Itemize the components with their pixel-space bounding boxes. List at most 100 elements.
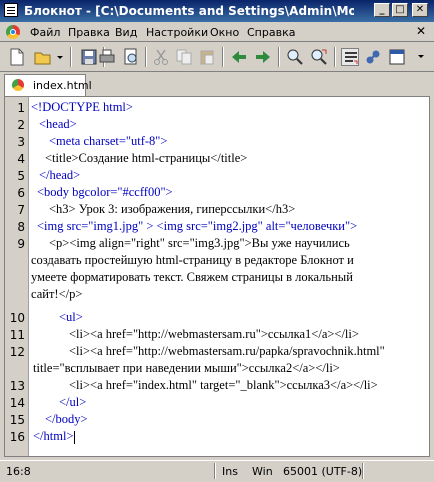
fullscreen-icon[interactable]: [388, 48, 406, 66]
settings-icon[interactable]: [364, 48, 382, 66]
status-separator: [362, 463, 364, 479]
toolbar-separator: [222, 47, 224, 67]
document-icon[interactable]: [6, 25, 20, 39]
document-icon: [12, 79, 24, 91]
line-number: 11: [9, 328, 25, 342]
code-line: <li><a href="http://webmastersam.ru">ссы…: [69, 326, 425, 343]
code-text: <!DOCTYPE html>: [31, 100, 133, 114]
code-line: <h3> Урок 3: изображения, гиперссылки</h…: [49, 201, 425, 218]
menu-bar: Файл Правка Вид Настройки Окно Справка ✕: [0, 22, 434, 42]
forward-arrow-icon[interactable]: [254, 48, 272, 66]
line-number: 13: [9, 379, 25, 393]
code-line: <li><a href="http://webmastersam.ru/papk…: [69, 343, 425, 360]
code-text: сайт!</p>: [31, 287, 83, 301]
code-line: сайт!</p>: [31, 286, 425, 303]
code-line: </ul>: [59, 394, 425, 411]
code-text: <ul>: [59, 310, 83, 324]
new-icon[interactable]: [8, 48, 26, 66]
editor[interactable]: 1 2 3 4 5 6 7 8 9 10 11 12 13 14 15 16 <…: [4, 96, 430, 457]
line-number: 15: [9, 413, 25, 427]
copy-icon[interactable]: [175, 48, 193, 66]
code-text: <li><a href="http://webmastersam.ru/papk…: [69, 344, 385, 358]
code-line: title="всплывает при наведении мыши">ссы…: [33, 360, 425, 377]
menu-help[interactable]: Справка: [247, 26, 295, 39]
toolbar: [0, 42, 434, 72]
line-number: 8: [17, 220, 25, 234]
close-document-icon[interactable]: ✕: [414, 24, 428, 38]
open-icon[interactable]: [34, 48, 52, 66]
code-text: <head>: [39, 117, 77, 131]
code-line: <ul>: [59, 309, 425, 326]
code-line: <title>Создание html-страницы</title>: [45, 150, 425, 167]
replace-icon[interactable]: [310, 48, 328, 66]
line-number: 16: [9, 430, 25, 444]
close-button[interactable]: ✕: [412, 3, 428, 17]
line-number: 10: [9, 311, 25, 325]
line-number: 12: [9, 345, 25, 359]
code-text: <p><img align="right" src="img3.jpg">Вы …: [49, 236, 350, 250]
maximize-button[interactable]: □: [392, 3, 408, 17]
code-text: </body>: [45, 412, 88, 426]
dropdown-arrow-icon[interactable]: [56, 48, 64, 66]
menu-edit[interactable]: Правка: [68, 26, 110, 39]
code-line: </html>: [33, 428, 425, 445]
insert-mode[interactable]: Ins: [222, 465, 238, 478]
tab-index-html[interactable]: index.html: [4, 74, 92, 96]
save-icon[interactable]: [80, 48, 98, 66]
title-bar: Блокнот - [C:\Documents and Settings\Adm…: [0, 0, 434, 22]
word-wrap-icon[interactable]: [341, 48, 359, 66]
code-text: </html>: [33, 429, 74, 443]
encoding[interactable]: 65001 (UTF-8): [283, 465, 362, 478]
code-line: <p><img align="right" src="img3.jpg">Вы …: [49, 235, 425, 252]
menu-file[interactable]: Файл: [30, 26, 60, 39]
line-ending[interactable]: Win: [252, 465, 273, 478]
line-number: 9: [17, 237, 25, 251]
line-number: 4: [17, 152, 25, 166]
status-separator: [214, 463, 216, 479]
code-line: создавать простейшую html-страницу в ред…: [31, 252, 425, 269]
text-caret: [73, 430, 75, 444]
paste-icon[interactable]: [198, 48, 216, 66]
notepad-icon: [4, 3, 18, 17]
toolbar-separator: [278, 47, 280, 67]
line-number: 7: [17, 203, 25, 217]
code-text: <body bgcolor="#ccff00">: [37, 185, 173, 199]
code-text: <img src="img1.jpg" > <img src="img2.jpg…: [37, 219, 358, 233]
code-line: умеете форматировать текст. Свяжем стран…: [31, 269, 425, 286]
menu-settings[interactable]: Настройки: [146, 26, 208, 39]
back-arrow-icon[interactable]: [230, 48, 248, 66]
code-line: </body>: [45, 411, 425, 428]
code-text: создавать простейшую html-страницу в ред…: [31, 253, 354, 267]
window-title: Блокнот - [C:\Documents and Settings\Adm…: [24, 4, 354, 18]
code-line: <head>: [39, 116, 425, 133]
code-line: <img src="img1.jpg" > <img src="img2.jpg…: [37, 218, 425, 235]
print-preview-icon[interactable]: [122, 48, 140, 66]
minimize-button[interactable]: _: [374, 3, 390, 17]
line-number: 5: [17, 169, 25, 183]
code-line: <li><a href="index.html" target="_blank"…: [69, 377, 425, 394]
code-text: <li><a href="index.html" target="_blank"…: [69, 378, 378, 392]
code-text: умеете форматировать текст. Свяжем стран…: [31, 270, 353, 284]
code-line: <body bgcolor="#ccff00">: [37, 184, 425, 201]
toolbar-overflow-icon[interactable]: [416, 48, 426, 66]
find-icon[interactable]: [286, 48, 304, 66]
code-text: </head>: [39, 168, 81, 182]
tab-bar: index.html: [0, 72, 434, 96]
code-text: title="всплывает при наведении мыши">ссы…: [33, 361, 340, 375]
cut-icon[interactable]: [152, 48, 170, 66]
code-text: <meta charset="utf-8">: [49, 134, 168, 148]
toolbar-separator: [70, 47, 72, 67]
cursor-position: 16:8: [6, 465, 31, 478]
code-text: </ul>: [59, 395, 87, 409]
print-icon[interactable]: [98, 48, 116, 66]
line-number-gutter: 1 2 3 4 5 6 7 8 9 10 11 12 13 14 15 16: [5, 97, 29, 456]
line-number: 6: [17, 186, 25, 200]
line-number: 2: [17, 118, 25, 132]
toolbar-separator: [145, 47, 147, 67]
code-text: <h3> Урок 3: изображения, гиперссылки</h…: [49, 202, 296, 216]
menu-view[interactable]: Вид: [115, 26, 137, 39]
code-line: <meta charset="utf-8">: [49, 133, 425, 150]
menu-window[interactable]: Окно: [210, 26, 239, 39]
line-number: 14: [9, 396, 25, 410]
line-number: 1: [17, 101, 25, 115]
